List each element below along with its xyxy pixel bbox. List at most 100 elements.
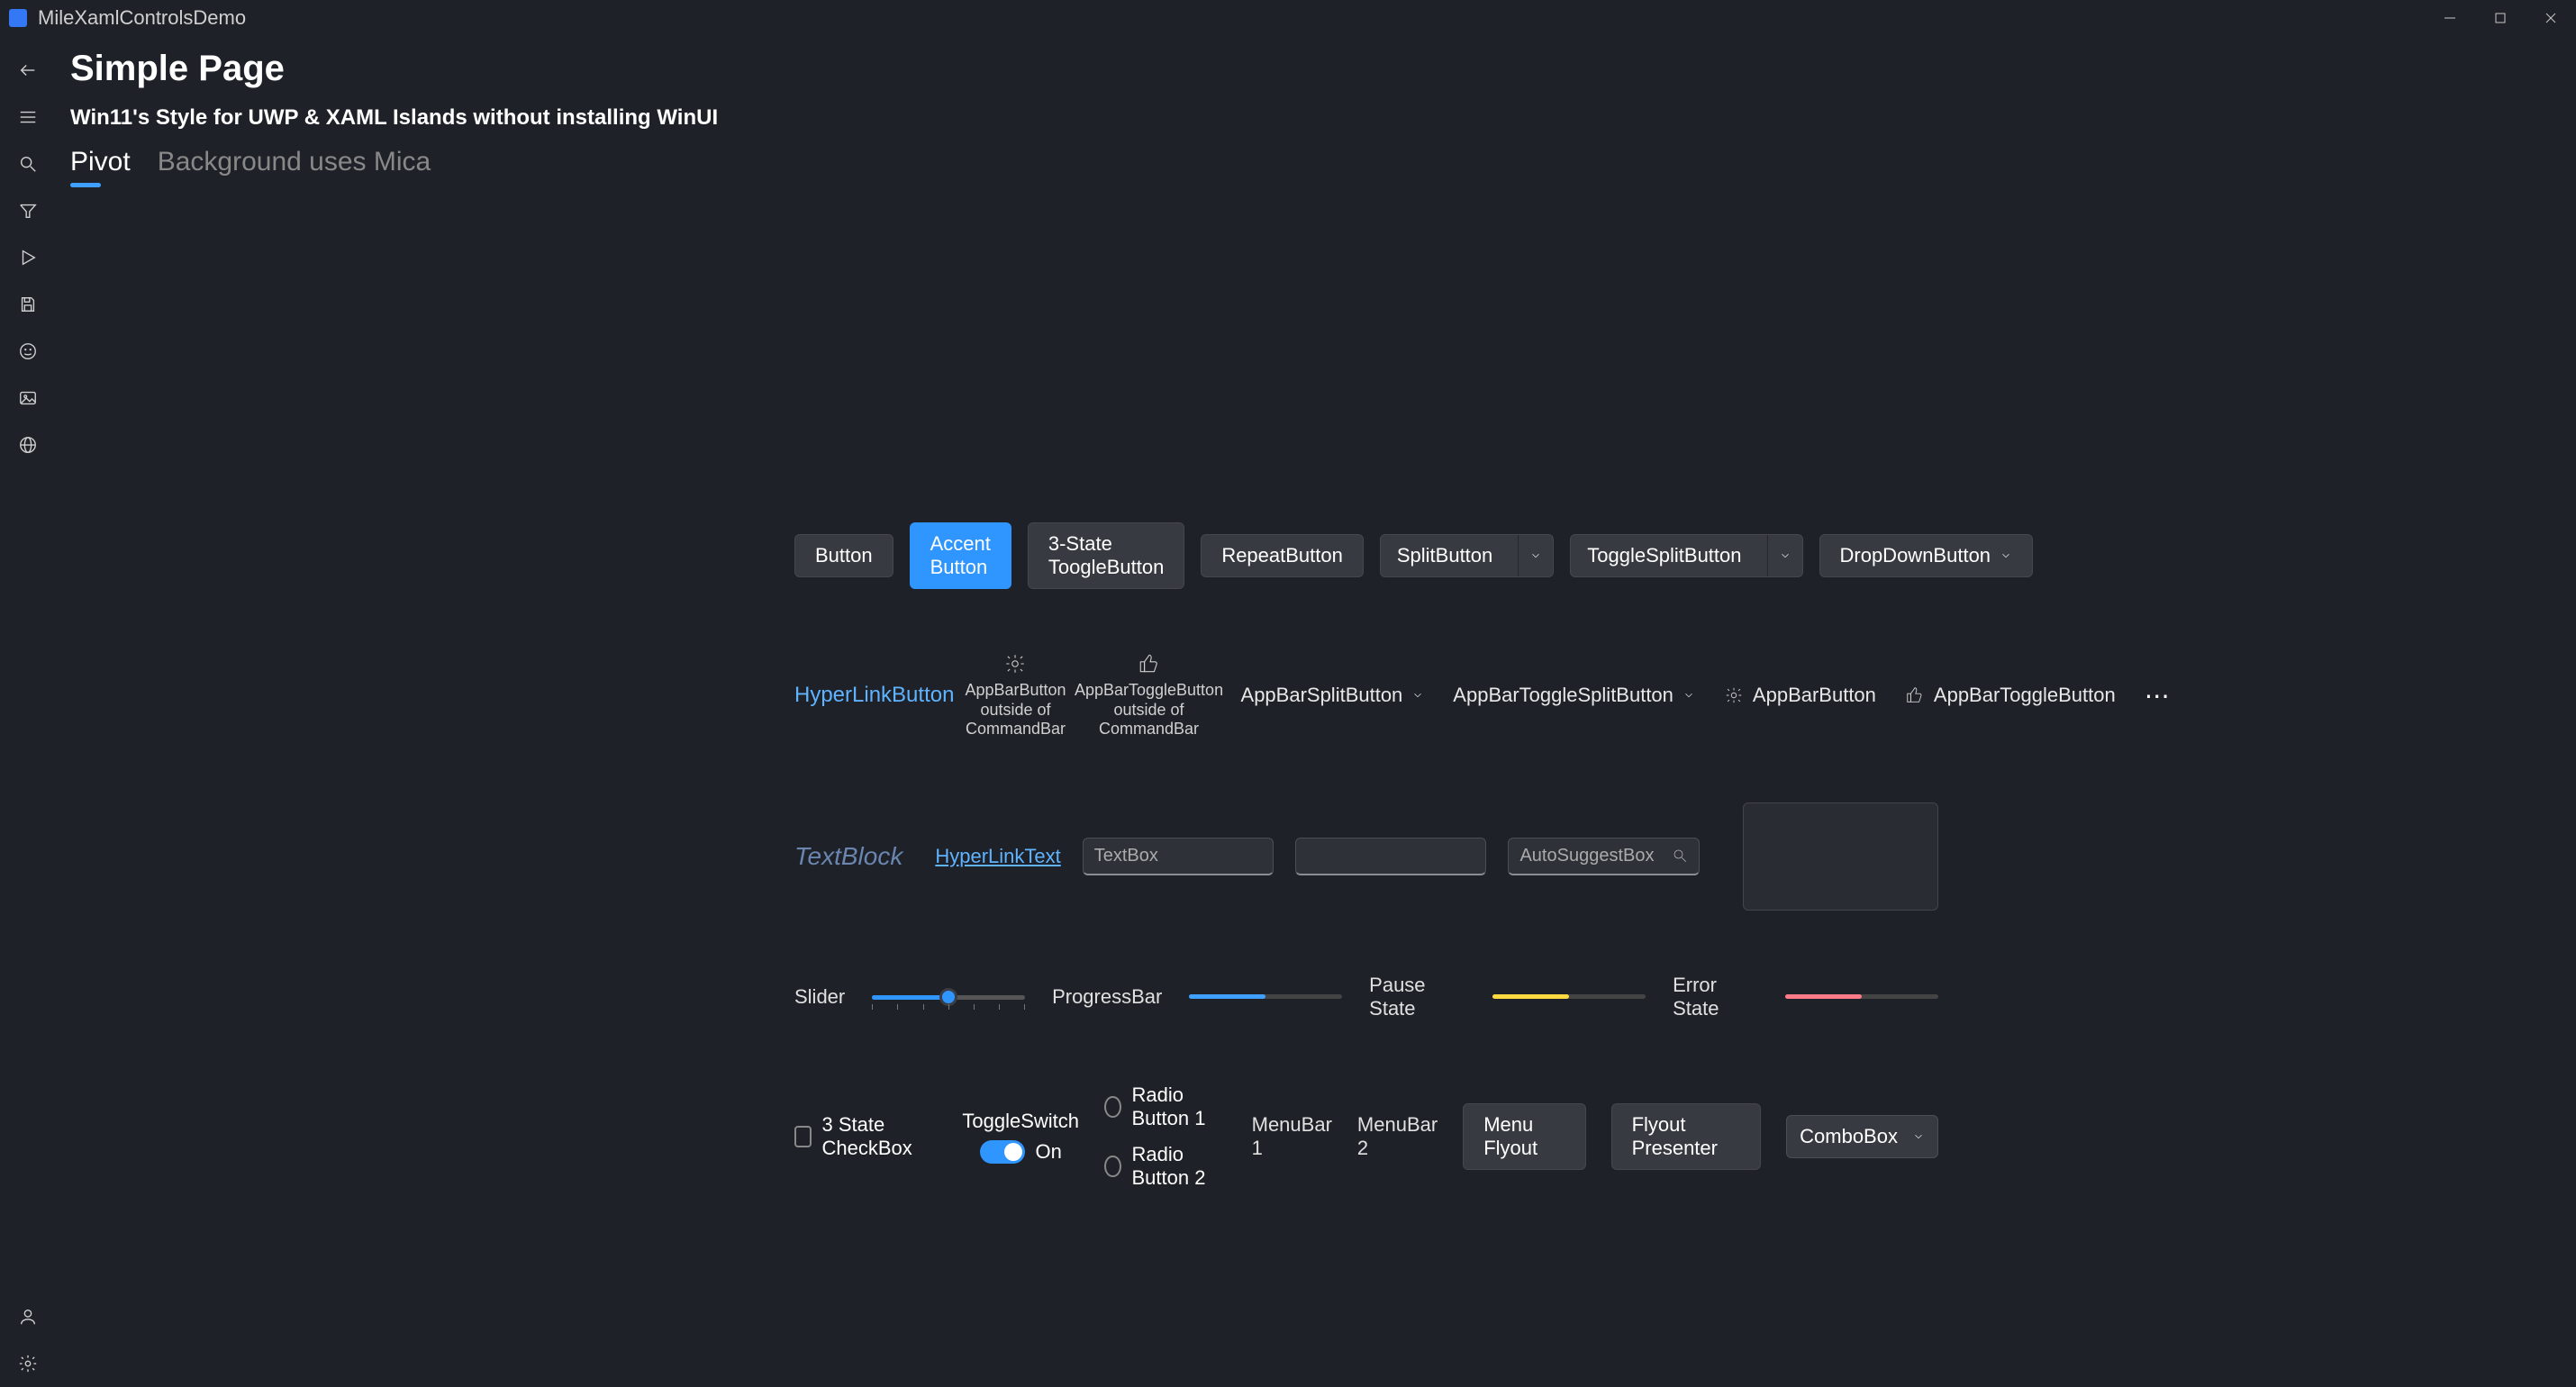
- menubar-2[interactable]: MenuBar 2: [1357, 1113, 1438, 1160]
- thumbs-up-icon: [1905, 685, 1925, 705]
- tab-background-mica[interactable]: Background uses Mica: [158, 147, 431, 195]
- button-accent[interactable]: Accent Button: [910, 522, 1011, 589]
- filter-icon: [18, 201, 38, 221]
- chevron-down-icon: [1411, 684, 1424, 707]
- button-toggle-3state[interactable]: 3-State ToogleButton: [1028, 522, 1184, 589]
- passwordbox[interactable]: [1295, 838, 1486, 875]
- toggleswitch-group: ToggleSwitch On: [962, 1110, 1079, 1164]
- nav-menu[interactable]: [10, 99, 46, 135]
- chevron-down-icon[interactable]: [1767, 535, 1802, 576]
- appbar-split-button[interactable]: AppBarSplitButton: [1232, 678, 1434, 712]
- radio-2-label: Radio Button 2: [1132, 1143, 1227, 1190]
- appbar-toggle-button[interactable]: AppBarToggleButton: [1896, 678, 2125, 712]
- nav-search[interactable]: [10, 146, 46, 182]
- nav-image[interactable]: [10, 380, 46, 416]
- combobox[interactable]: ComboBox: [1786, 1115, 1938, 1158]
- more-button[interactable]: ⋯: [2136, 681, 2181, 711]
- save-icon: [18, 295, 38, 314]
- radio-1-label: Radio Button 1: [1132, 1083, 1227, 1130]
- menu-flyout-button[interactable]: Menu Flyout: [1463, 1103, 1585, 1170]
- radio-ring-icon: [1104, 1096, 1120, 1118]
- user-icon: [18, 1307, 38, 1327]
- app-title: MileXamlControlsDemo: [38, 6, 246, 30]
- textblock: TextBlock: [794, 842, 903, 871]
- split-button-label: SplitButton: [1381, 535, 1509, 576]
- button-toggle-split[interactable]: ToggleSplitButton: [1570, 534, 1802, 577]
- maximize-button[interactable]: [2475, 0, 2526, 36]
- page-subtitle: Win11's Style for UWP & XAML Islands wit…: [70, 105, 2576, 131]
- hyperlink-text[interactable]: HyperLinkText: [935, 845, 1060, 868]
- radio-group: Radio Button 1 Radio Button 2: [1104, 1083, 1227, 1190]
- menubar-1[interactable]: MenuBar 1: [1252, 1113, 1332, 1160]
- appbar-toggle-button-label: AppBarToggleButton: [1934, 684, 2116, 707]
- toggleswitch[interactable]: [980, 1140, 1025, 1164]
- progressbar-label: ProgressBar: [1052, 985, 1162, 1009]
- button-split[interactable]: SplitButton: [1380, 534, 1554, 577]
- checkbox-label: 3 State CheckBox: [822, 1113, 938, 1160]
- minimize-button[interactable]: [2425, 0, 2475, 36]
- chevron-down-icon: [1912, 1125, 1925, 1148]
- image-icon: [18, 388, 38, 408]
- appbarbutton-outside-label: AppBarButton outside of CommandBar: [965, 681, 1066, 739]
- appbar-button-label: AppBarButton: [1753, 684, 1876, 707]
- arrow-left-icon: [18, 60, 38, 80]
- radio-1[interactable]: Radio Button 1: [1104, 1083, 1227, 1130]
- chevron-down-icon[interactable]: [1518, 535, 1553, 576]
- gear-icon: [1724, 685, 1744, 705]
- row-appbar: HyperLinkButton AppBarButton outside of …: [794, 652, 1938, 739]
- row-text: TextBlock HyperLinkText TextBox AutoSugg…: [794, 802, 1938, 911]
- chevron-down-icon: [2000, 544, 2012, 567]
- row-sliders: Slider ProgressBar Pause State Error Sta…: [794, 974, 1938, 1020]
- appbar-toggle-split-button[interactable]: AppBarToggleSplitButton: [1444, 678, 1704, 712]
- appbartogglebutton-outside-label: AppBarToggleButton outside of CommandBar: [1075, 681, 1223, 739]
- appbar-toggle-split-label: AppBarToggleSplitButton: [1453, 684, 1673, 707]
- nav-back[interactable]: [10, 52, 46, 88]
- error-state-label: Error State: [1673, 974, 1758, 1020]
- close-icon: [2544, 12, 2557, 24]
- nav-web[interactable]: [10, 427, 46, 463]
- button-dropdown[interactable]: DropDownButton: [1819, 534, 2034, 577]
- nav-filter[interactable]: [10, 193, 46, 229]
- button-repeat[interactable]: RepeatButton: [1201, 534, 1364, 577]
- richeditbox[interactable]: [1743, 802, 1938, 911]
- appbar-split-label: AppBarSplitButton: [1241, 684, 1403, 707]
- maximize-icon: [2494, 12, 2507, 24]
- menu-icon: [18, 107, 38, 127]
- window-controls: [2425, 0, 2576, 36]
- app-icon: [9, 9, 27, 27]
- nav-emoji[interactable]: [10, 333, 46, 369]
- controls-panel: Button Accent Button 3-State ToogleButto…: [794, 522, 1938, 1253]
- radio-2[interactable]: Radio Button 2: [1104, 1143, 1227, 1190]
- nav-save[interactable]: [10, 286, 46, 322]
- nav-settings[interactable]: [10, 1346, 46, 1382]
- row-buttons: Button Accent Button 3-State ToogleButto…: [794, 522, 1938, 589]
- combobox-label: ComboBox: [1800, 1125, 1898, 1148]
- checkbox-3state[interactable]: 3 State CheckBox: [794, 1113, 937, 1160]
- flyout-presenter-button[interactable]: Flyout Presenter: [1611, 1103, 1762, 1170]
- textbox-placeholder: TextBox: [1094, 846, 1158, 866]
- button-standard[interactable]: Button: [794, 534, 893, 577]
- nav-account[interactable]: [10, 1299, 46, 1335]
- minimize-icon: [2443, 11, 2457, 25]
- titlebar: MileXamlControlsDemo: [0, 0, 2576, 36]
- pivot-tabs: Pivot Background uses Mica: [70, 147, 2576, 195]
- autosuggest-placeholder: AutoSuggestBox: [1519, 846, 1654, 866]
- nav-rail: [0, 36, 56, 1387]
- appbar-button[interactable]: AppBarButton: [1715, 678, 1885, 712]
- tab-pivot[interactable]: Pivot: [70, 147, 131, 195]
- close-button[interactable]: [2526, 0, 2576, 36]
- row-misc: 3 State CheckBox ToggleSwitch On Radio B…: [794, 1083, 1938, 1190]
- nav-play[interactable]: [10, 240, 46, 276]
- pause-state-label: Pause State: [1369, 974, 1465, 1020]
- hyperlink-button[interactable]: HyperLinkButton: [794, 683, 954, 708]
- autosuggestbox[interactable]: AutoSuggestBox: [1508, 838, 1699, 875]
- progressbar: [1189, 994, 1342, 999]
- appbarbutton-outside[interactable]: AppBarButton outside of CommandBar: [965, 652, 1066, 739]
- play-icon: [18, 248, 38, 267]
- progressbar-error: [1785, 994, 1938, 999]
- dropdown-button-label: DropDownButton: [1840, 544, 1991, 567]
- textbox[interactable]: TextBox: [1083, 838, 1274, 875]
- titlebar-left: MileXamlControlsDemo: [0, 6, 246, 30]
- appbartogglebutton-outside[interactable]: AppBarToggleButton outside of CommandBar: [1077, 652, 1221, 739]
- slider[interactable]: [872, 986, 1025, 1008]
